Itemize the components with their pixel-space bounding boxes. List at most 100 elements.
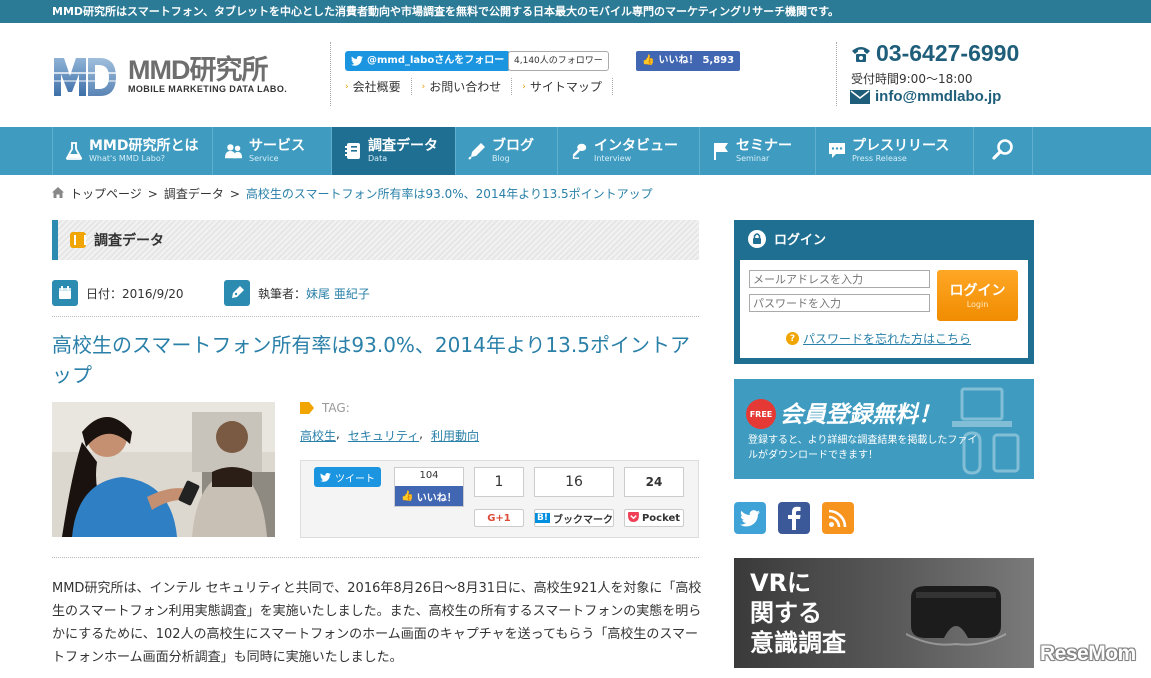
fb-share-like-label: いいね！ <box>416 492 457 504</box>
speech-bubble-icon <box>828 142 846 160</box>
tag-link[interactable]: 高校生 <box>300 427 336 444</box>
rss-icon <box>828 509 847 528</box>
facebook-link[interactable] <box>778 502 810 534</box>
tag-link[interactable]: セキュリティ <box>348 427 419 444</box>
calendar-icon <box>52 280 78 306</box>
fb-share-like-button[interactable]: 👍 いいね！ <box>395 486 463 506</box>
pocket-button[interactable]: Pocket <box>624 509 684 527</box>
link-sitemap[interactable]: › サイトマップ <box>512 78 613 95</box>
tweet-button[interactable]: ツイート <box>314 467 381 487</box>
section-header: 調査データ <box>52 220 699 260</box>
twitter-follower-count: 4,140人のフォロワー <box>508 51 609 71</box>
login-button-label: ログイン <box>949 283 1006 299</box>
vr-title-line3: 意識調査 <box>750 629 846 657</box>
email-input[interactable] <box>749 270 930 288</box>
article-date: 日付：2016/9/20 <box>52 280 184 306</box>
header-divider-2 <box>836 42 837 106</box>
nav-seminar[interactable]: セミナー Seminar <box>699 127 815 175</box>
fb-like-label: いいね！ <box>658 55 699 66</box>
facebook-icon <box>788 506 801 530</box>
nav-search[interactable] <box>973 127 1033 175</box>
link-contact[interactable]: › お問い合わせ <box>412 78 513 95</box>
breadcrumb-current[interactable]: 高校生のスマートフォン所有率は93.0%、2014年より13.5ポイントアップ <box>246 185 653 202</box>
article-title[interactable]: 高校生のスマートフォン所有率は93.0%、2014年より13.5ポイントアップ <box>52 330 699 390</box>
pocket-icon <box>627 511 639 525</box>
section-title: 調査データ <box>94 233 164 249</box>
logo-title: MMD研究所 <box>128 55 268 85</box>
chevron-right-icon: › <box>522 81 526 92</box>
thumbs-up-icon: 👍 <box>642 55 655 66</box>
nav-about[interactable]: MMD研究所とは What's MMD Labo? <box>52 127 212 175</box>
link-company-label: 会社概要 <box>352 80 401 94</box>
vr-headset-illustration <box>906 586 1006 646</box>
vr-survey-banner[interactable]: VRに 関する 意識調査 <box>734 558 1034 668</box>
phone-icon <box>852 46 870 62</box>
site-logo[interactable]: MMD研究所 MOBILE MARKETING DATA LABO. <box>52 52 287 98</box>
nav-service[interactable]: サービス Service <box>212 127 331 175</box>
main-nav: MMD研究所とは What's MMD Labo? サービス Service 調査デ… <box>0 127 1151 175</box>
question-icon: ? <box>786 332 799 345</box>
password-input[interactable] <box>749 294 930 312</box>
tweet-label: ツイート <box>335 473 375 485</box>
divider <box>52 316 699 317</box>
author-label: 執筆者： <box>258 286 307 301</box>
twitter-bird-icon <box>320 472 331 482</box>
pocket-count: 24 <box>624 467 684 497</box>
contact-phone[interactable]: 03-6427-6990 <box>850 40 1019 67</box>
twitter-link[interactable] <box>734 502 766 534</box>
nav-blog-label: ブログ <box>492 137 534 154</box>
article-body: MMD研究所は、インテル セキュリティと共同で、2016年8月26日～8月31日… <box>52 581 702 665</box>
vr-title-line1: VRに <box>750 569 812 597</box>
login-button[interactable]: ログイン Login <box>937 270 1018 321</box>
lock-icon <box>748 229 766 248</box>
pen-nib-icon <box>224 280 250 306</box>
gplus-button[interactable]: G+1 <box>474 509 524 527</box>
nav-blog[interactable]: ブログ Blog <box>455 127 557 175</box>
nav-data-label: 調査データ <box>368 137 438 154</box>
mail-icon <box>850 89 870 104</box>
free-registration-banner[interactable]: FREE 会員登録無料！ 登録すると、より詳細な調査結果を掲載したファイルがダウ… <box>734 379 1034 479</box>
link-company[interactable]: › 会社概要 <box>345 78 412 95</box>
breadcrumb-section[interactable]: 調査データ <box>164 185 224 202</box>
author-name[interactable]: 妹尾 亜紀子 <box>306 285 370 302</box>
login-form: ログイン Login ? パスワードを忘れた方はこちら <box>740 260 1028 358</box>
hatena-bookmark-label: ブックマーク <box>552 514 613 526</box>
nav-data[interactable]: 調査データ Data <box>331 127 455 175</box>
breadcrumb-home[interactable]: トップページ <box>70 185 142 202</box>
resemom-watermark: ReseMom <box>1040 642 1136 665</box>
nav-press[interactable]: プレスリリース Press Release <box>815 127 973 175</box>
chevron-right-icon: › <box>421 81 426 92</box>
home-icon <box>52 186 64 201</box>
gplus-count: 1 <box>474 467 524 497</box>
twitter-bird-icon <box>351 56 363 66</box>
site-tagline-bar: MMD研究所はスマートフォン、タブレットを中心とした消費者動向や市場調査を無料で… <box>0 0 1151 23</box>
flask-icon <box>65 142 83 160</box>
facebook-like-button[interactable]: 👍 いいね！ 5,893 <box>636 51 741 71</box>
people-icon <box>225 142 243 160</box>
breadcrumb-separator: > <box>229 186 240 201</box>
nav-interview-en: Interview <box>594 153 632 163</box>
search-icon <box>992 138 1014 164</box>
hatena-b-icon: B! <box>535 513 550 523</box>
fb-share-count: 104 <box>419 470 439 481</box>
nav-data-en: Data <box>368 153 388 163</box>
nav-service-label: サービス <box>249 137 305 154</box>
nav-interview[interactable]: インタビュー Interview <box>557 127 699 175</box>
login-title: ログイン <box>774 233 827 248</box>
twitter-follow-button[interactable]: @mmd_laboさんをフォロー <box>345 51 511 71</box>
tag-link[interactable]: 利用動向 <box>431 427 479 444</box>
nav-press-en: Press Release <box>852 153 907 163</box>
share-box: ツイート 104 👍 いいね！ 1 G+1 16 B! ブックマーク 24 Poc… <box>300 460 699 538</box>
fb-share-widget[interactable]: 104 👍 いいね！ <box>394 467 464 507</box>
contact-email[interactable]: info@mmdlabo.jp <box>850 88 1001 105</box>
forgot-password-link[interactable]: ? パスワードを忘れた方はこちら <box>786 330 971 347</box>
tag-icon <box>300 402 314 414</box>
divider <box>52 557 699 558</box>
nav-blog-en: Blog <box>492 153 510 163</box>
chevron-right-icon: › <box>345 81 349 92</box>
link-sitemap-label: サイトマップ <box>529 80 602 94</box>
nav-about-label: MMD研究所とは <box>89 137 199 154</box>
hatena-bookmark-button[interactable]: B! ブックマーク <box>534 509 614 527</box>
login-button-en: Login <box>966 300 989 309</box>
rss-link[interactable] <box>822 502 854 534</box>
